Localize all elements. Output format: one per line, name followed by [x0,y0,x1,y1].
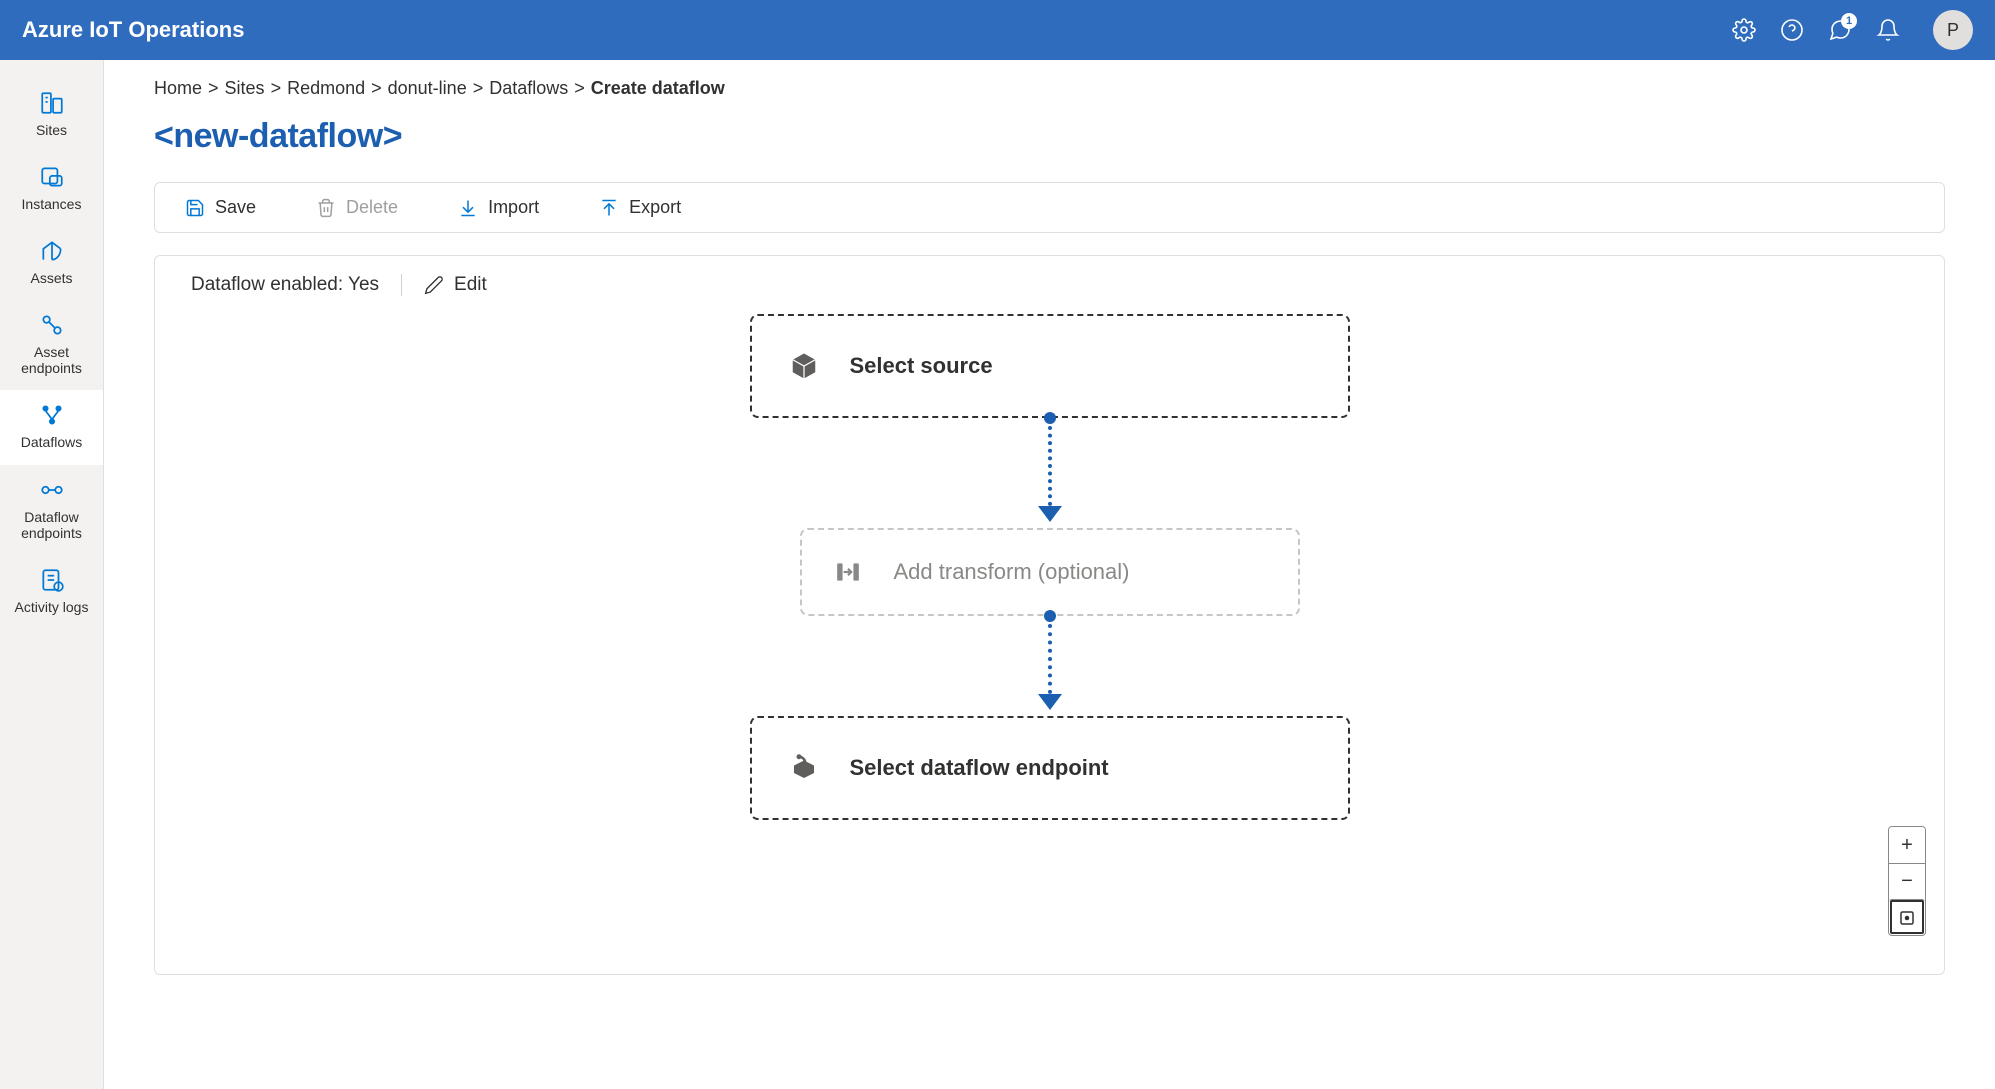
edit-icon [424,275,444,295]
source-node[interactable]: Select source [750,314,1350,418]
breadcrumb-link[interactable]: donut-line [388,78,467,99]
app-header: Azure IoT Operations 1 P [0,0,1995,60]
canvas-card: Dataflow enabled: Yes Edit Select source [154,255,1945,975]
feedback-badge: 1 [1841,13,1857,29]
flow-wrap: Select source Add transform (optional) [750,314,1350,820]
nav-label: Sites [36,122,67,138]
activity-logs-icon [39,567,65,593]
nav-dataflows[interactable]: Dataflows [0,390,103,464]
breadcrumb-current: Create dataflow [591,78,725,99]
notifications-icon[interactable] [1875,17,1901,43]
toolbar: Save Delete Import Export [154,182,1945,233]
node-label: Add transform (optional) [894,559,1130,585]
instances-icon [39,164,65,190]
transform-node[interactable]: Add transform (optional) [800,528,1300,616]
nav-instances[interactable]: Instances [0,152,103,226]
assets-icon [39,238,65,264]
edit-button[interactable]: Edit [424,274,487,296]
help-icon[interactable] [1779,17,1805,43]
connector-arrow-icon [1038,694,1062,710]
import-button[interactable]: Import [458,197,539,218]
endpoint-node[interactable]: Select dataflow endpoint [750,716,1350,820]
nav-label: Dataflow endpoints [4,509,99,541]
transform-icon [832,556,864,588]
nav-label: Dataflows [21,434,82,450]
nav-label: Instances [22,196,82,212]
side-nav: Sites Instances Assets Asset endpoints D… [0,60,104,1089]
nav-sites[interactable]: Sites [0,78,103,152]
header-actions: 1 P [1731,10,1973,50]
dataflows-icon [39,402,65,428]
nav-activity-logs[interactable]: Activity logs [0,555,103,629]
user-avatar[interactable]: P [1933,10,1973,50]
cube-icon [788,350,820,382]
flow-connector [750,418,1350,528]
connector-arrow-icon [1038,506,1062,522]
breadcrumb-link[interactable]: Redmond [287,78,365,99]
connector-dot [1044,610,1056,622]
endpoint-icon [788,752,820,784]
zoom-out-button[interactable]: − [1889,863,1925,899]
main-content: Home> Sites> Redmond> donut-line> Datafl… [104,60,1995,1089]
dataflow-endpoints-icon [39,477,65,503]
breadcrumb-link[interactable]: Sites [225,78,265,99]
connector-dot [1044,412,1056,424]
node-label: Select source [850,353,993,379]
export-button[interactable]: Export [599,197,681,218]
zoom-fit-button[interactable] [1889,899,1925,935]
nav-label: Assets [30,270,72,286]
breadcrumb-link[interactable]: Dataflows [489,78,568,99]
feedback-icon[interactable]: 1 [1827,17,1853,43]
zoom-in-button[interactable]: + [1889,827,1925,863]
connector-line [1048,426,1052,506]
nav-asset-endpoints[interactable]: Asset endpoints [0,300,103,390]
flow-connector [750,616,1350,716]
canvas-header: Dataflow enabled: Yes Edit [155,256,1944,314]
sites-icon [39,90,65,116]
export-icon [599,198,619,218]
dataflow-enabled-status: Dataflow enabled: Yes [191,274,402,296]
page-title: <new-dataflow> [154,117,1945,156]
nav-label: Asset endpoints [4,344,99,376]
import-icon [458,198,478,218]
delete-icon [316,198,336,218]
breadcrumb-link[interactable]: Home [154,78,202,99]
save-icon [185,198,205,218]
save-button[interactable]: Save [185,197,256,218]
connector-line [1048,624,1052,694]
settings-icon[interactable] [1731,17,1757,43]
zoom-controls: + − [1888,826,1926,936]
fit-screen-icon [1898,909,1916,927]
node-label: Select dataflow endpoint [850,755,1109,781]
nav-label: Activity logs [15,599,89,615]
canvas-area[interactable]: Select source Add transform (optional) [155,314,1944,954]
nav-dataflow-endpoints[interactable]: Dataflow endpoints [0,465,103,555]
delete-button: Delete [316,197,398,218]
product-title: Azure IoT Operations [22,17,244,43]
breadcrumb: Home> Sites> Redmond> donut-line> Datafl… [154,78,1945,99]
asset-endpoints-icon [39,312,65,338]
nav-assets[interactable]: Assets [0,226,103,300]
